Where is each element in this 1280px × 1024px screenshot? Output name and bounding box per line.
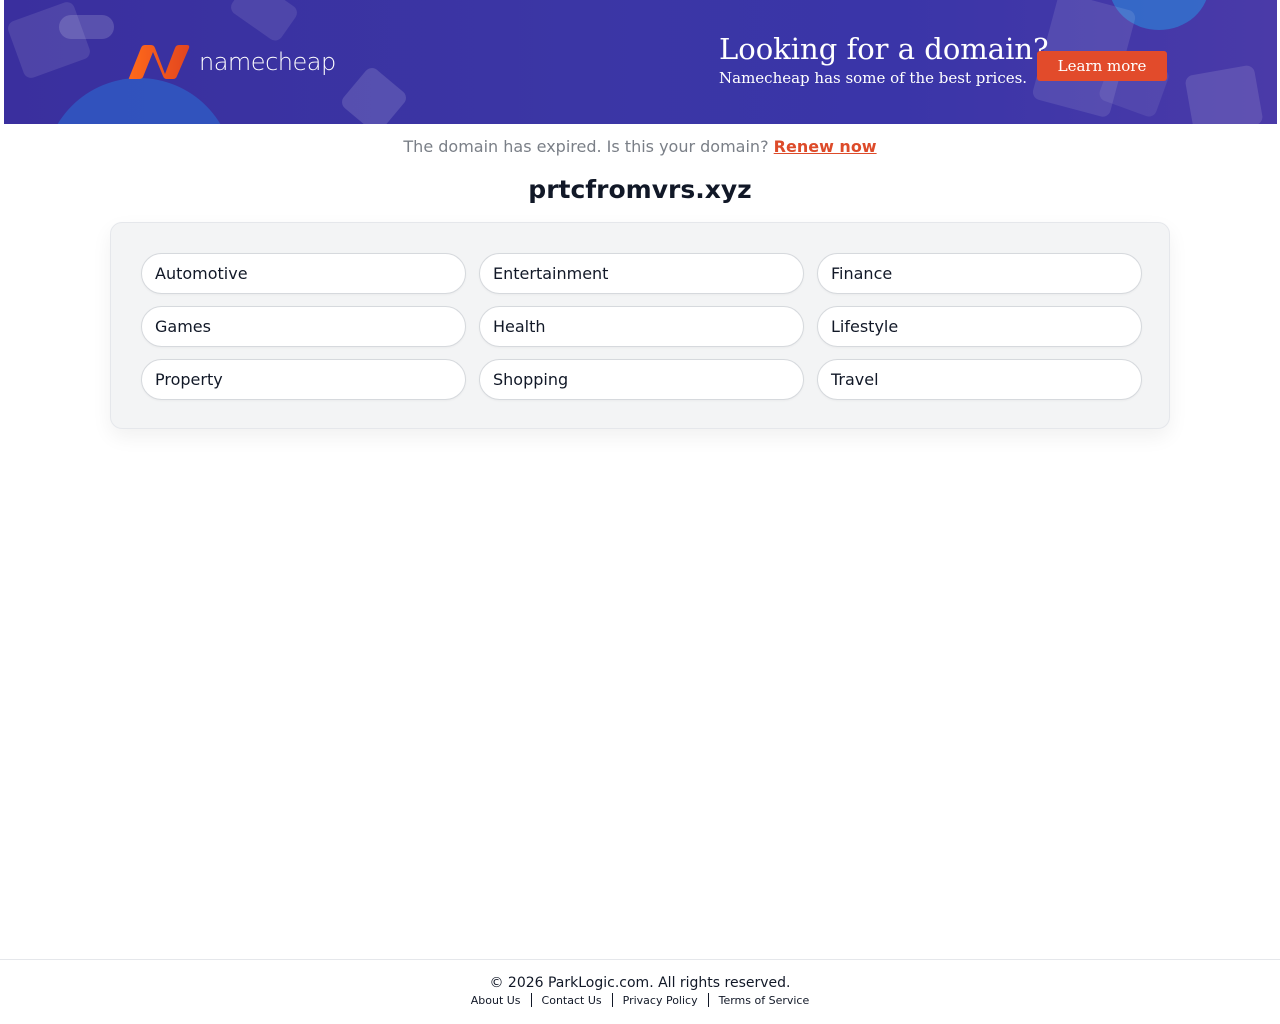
decorative-card bbox=[5, 0, 93, 81]
footer: © 2026 ParkLogic.com. All rights reserve… bbox=[0, 959, 1280, 1024]
expired-notice-text: The domain has expired. Is this your dom… bbox=[403, 137, 769, 156]
category-health[interactable]: Health bbox=[479, 306, 804, 347]
footer-links: About Us Contact Us Privacy Policy Terms… bbox=[0, 993, 1280, 1007]
footer-link-terms[interactable]: Terms of Service bbox=[709, 994, 820, 1007]
renew-now-link[interactable]: Renew now bbox=[774, 137, 877, 156]
expired-notice: The domain has expired. Is this your dom… bbox=[0, 137, 1280, 156]
category-shopping[interactable]: Shopping bbox=[479, 359, 804, 400]
promo-text: Looking for a domain? Namecheap has some… bbox=[719, 30, 1049, 87]
learn-more-button[interactable]: Learn more bbox=[1037, 51, 1167, 81]
decorative-circle bbox=[44, 78, 234, 124]
promo-banner[interactable]: namecheap Looking for a domain? Namechea… bbox=[4, 0, 1277, 124]
namecheap-logo[interactable]: namecheap bbox=[127, 44, 336, 80]
domain-name: prtcfromvrs.xyz bbox=[528, 175, 752, 204]
category-lifestyle[interactable]: Lifestyle bbox=[817, 306, 1142, 347]
namecheap-n-icon bbox=[128, 45, 190, 79]
copyright: © 2026 ParkLogic.com. All rights reserve… bbox=[489, 975, 791, 991]
footer-link-privacy[interactable]: Privacy Policy bbox=[613, 994, 708, 1007]
categories-grid: Automotive Entertainment Finance Games H… bbox=[141, 253, 1142, 400]
category-travel[interactable]: Travel bbox=[817, 359, 1142, 400]
category-finance[interactable]: Finance bbox=[817, 253, 1142, 294]
category-entertainment[interactable]: Entertainment bbox=[479, 253, 804, 294]
footer-link-contact[interactable]: Contact Us bbox=[532, 994, 612, 1007]
category-property[interactable]: Property bbox=[141, 359, 466, 400]
footer-link-about[interactable]: About Us bbox=[461, 994, 531, 1007]
logo-wordmark: namecheap bbox=[199, 48, 336, 76]
category-automotive[interactable]: Automotive bbox=[141, 253, 466, 294]
promo-subtitle: Namecheap has some of the best prices. bbox=[719, 69, 1028, 87]
decorative-card bbox=[338, 64, 410, 124]
decorative-card bbox=[227, 0, 301, 44]
category-games[interactable]: Games bbox=[141, 306, 466, 347]
categories-panel: Automotive Entertainment Finance Games H… bbox=[110, 222, 1170, 429]
decorative-card bbox=[1184, 64, 1264, 124]
promo-title: Looking for a domain? bbox=[719, 32, 1049, 66]
